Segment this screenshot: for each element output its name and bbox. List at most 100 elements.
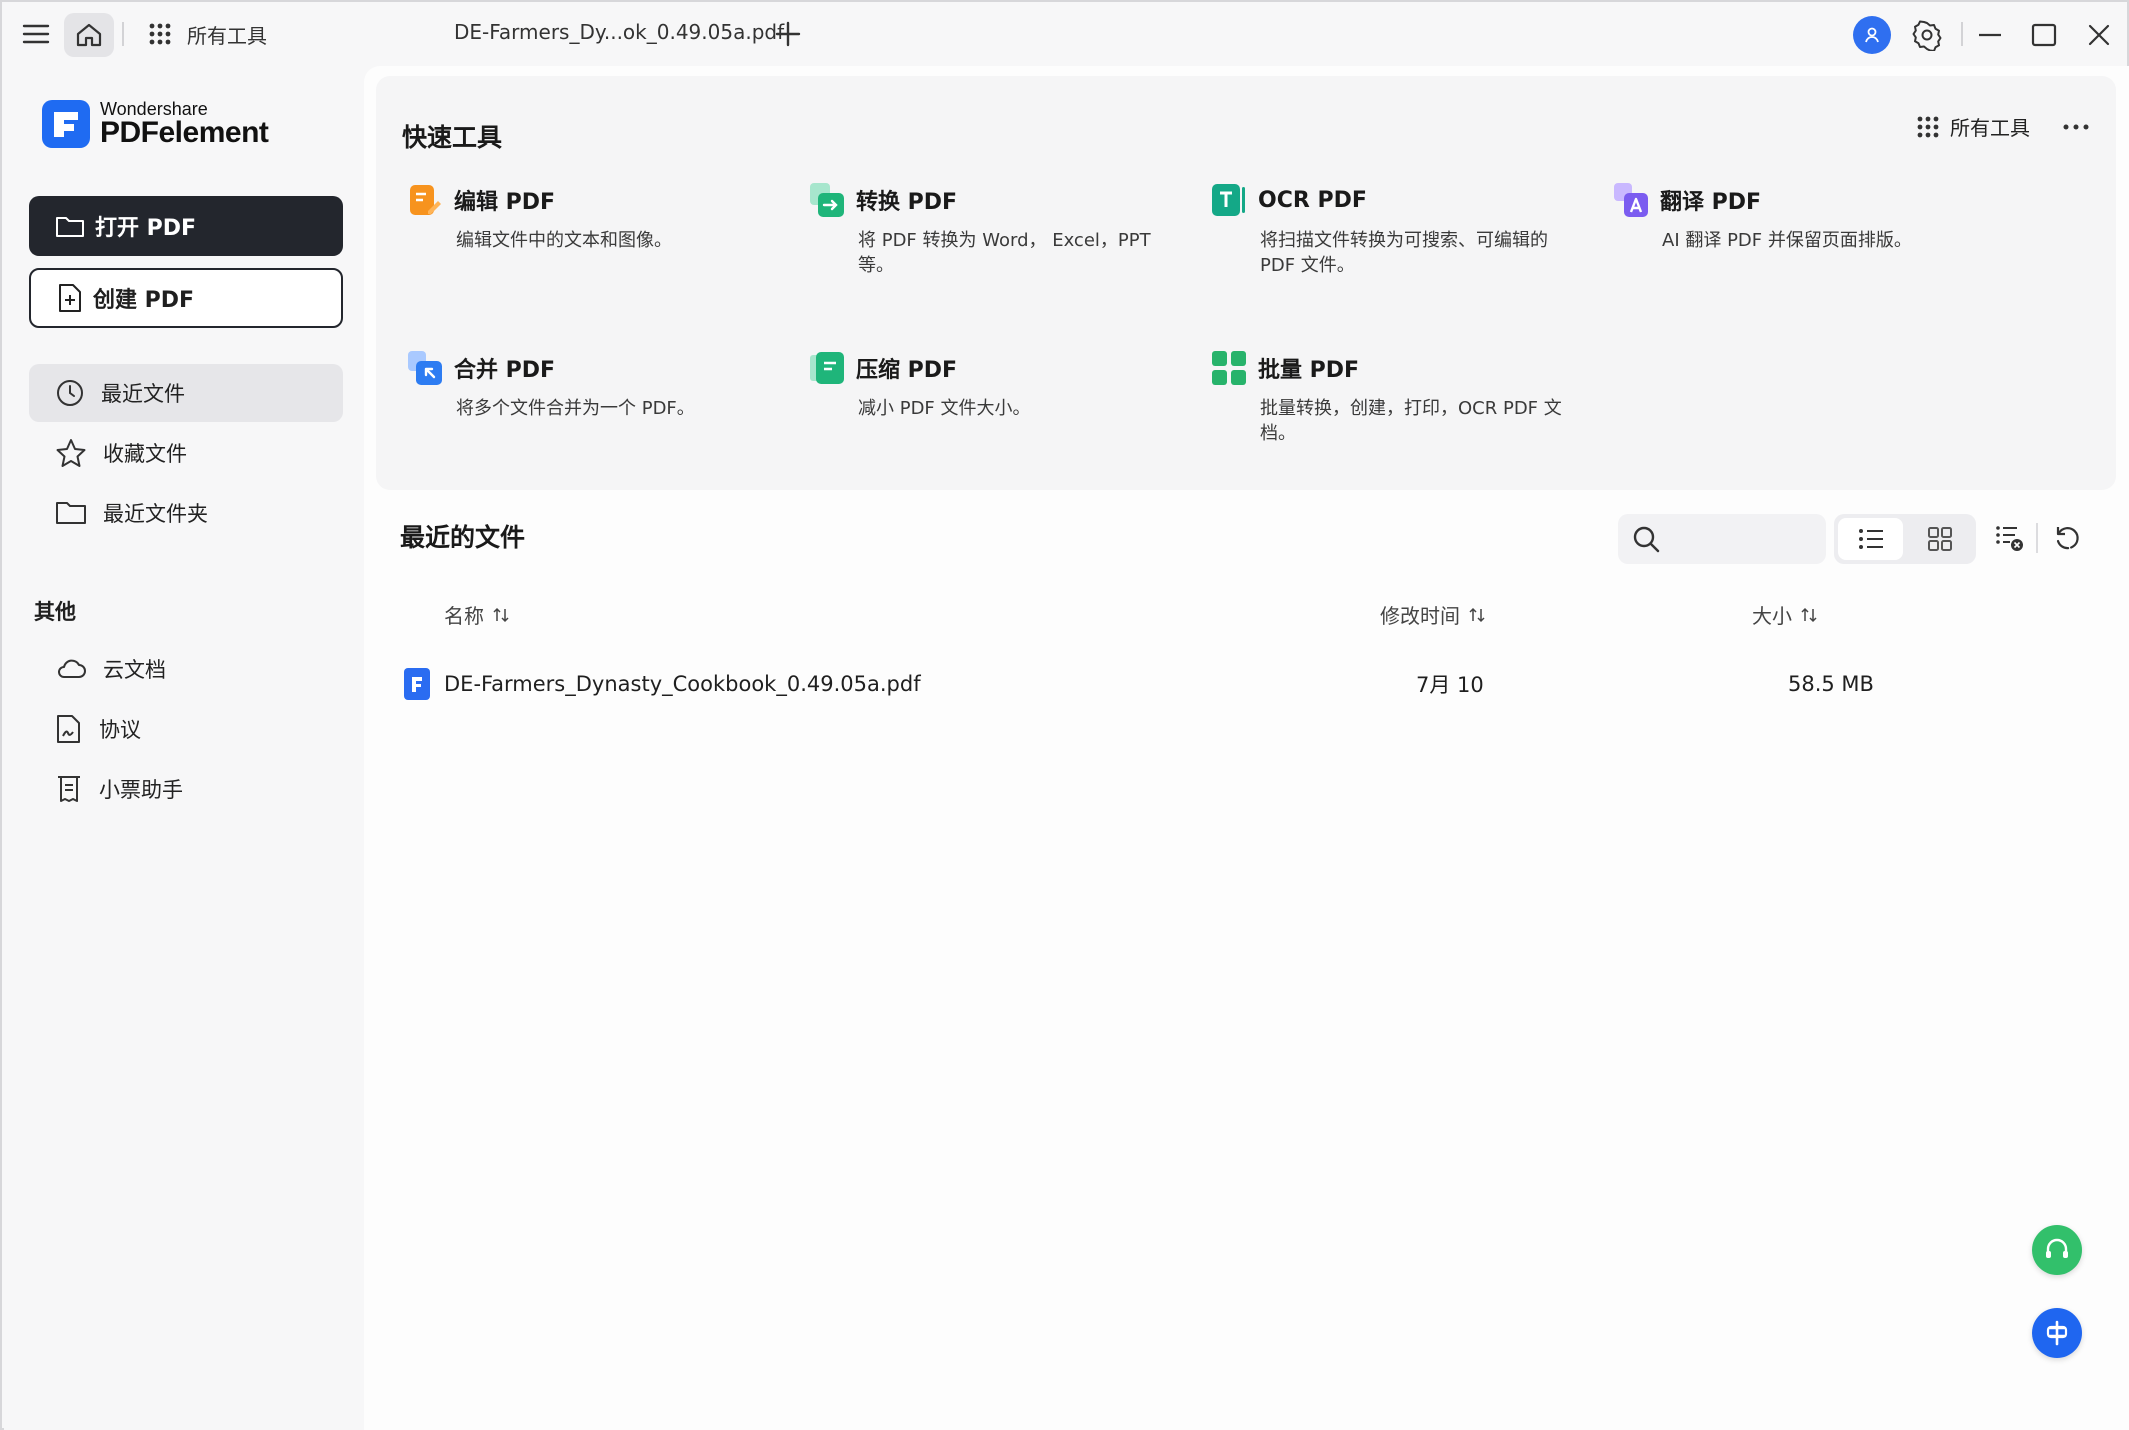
column-header-name[interactable]: 名称 [444,600,510,629]
tool-name: OCR PDF [1258,187,1367,213]
settings-gear-icon[interactable] [1907,15,1947,55]
tool-edit-pdf[interactable]: 编辑 PDF 编辑文件中的文本和图像。 [406,180,786,253]
folder-icon [56,502,86,524]
main-content: 快速工具 所有工具 编辑 PDF 编辑文件中的文本和图像。 转换 PDF 将 P… [364,66,2129,1430]
new-file-icon [59,284,81,312]
tool-name: 压缩 PDF [856,358,958,383]
user-avatar[interactable] [1853,16,1891,54]
sidebar-item-recent-folders[interactable]: 最近文件夹 [29,484,343,542]
list-view-icon[interactable] [1838,518,1903,560]
search-icon [1633,526,1660,553]
column-header-modified[interactable]: 修改时间 [1380,600,1486,629]
tool-translate-pdf[interactable]: 翻译 PDF AI 翻译 PDF 并保留页面排版。 [1612,180,1992,253]
star-icon [56,439,86,467]
document-tab[interactable]: DE-Farmers_Dy...ok_0.49.05a.pdf [454,20,784,44]
close-icon[interactable] [2079,16,2119,54]
sidebar-item-label: 收藏文件 [103,442,187,466]
tool-ocr-pdf[interactable]: OCR PDF 将扫描文件转换为可搜索、可编辑的 PDF 文件。 [1210,180,1590,278]
sidebar-item-receipt[interactable]: 小票助手 [29,760,343,818]
column-label: 名称 [444,604,484,628]
sidebar-item-label: 小票助手 [99,778,183,802]
sidebar-item-agreement[interactable]: 协议 [29,700,343,758]
column-header-size[interactable]: 大小 [1752,600,1818,629]
title-bar: 所有工具 DE-Farmers_Dy...ok_0.49.05a.pdf [2,2,2127,66]
tool-batch-pdf[interactable]: 批量 PDF 批量转换，创建，打印，OCR PDF 文档。 [1210,348,1590,446]
folder-icon [56,217,84,237]
sort-icon [1469,607,1485,622]
open-pdf-label: 打开 PDF [95,216,197,241]
tool-name: 批量 PDF [1258,358,1360,383]
sidebar-item-label: 最近文件 [101,382,185,406]
pdf-file-icon [404,668,430,700]
grid-view-icon[interactable] [1907,518,1972,560]
tool-name: 编辑 PDF [454,190,556,215]
file-modified: 7月 10 [1416,673,1484,697]
table-row[interactable]: DE-Farmers_Dynasty_Cookbook_0.49.05a.pdf… [400,654,2100,714]
convert-pdf-icon [808,181,846,219]
tool-description: 编辑文件中的文本和图像。 [456,230,672,251]
merge-pdf-icon [406,349,444,387]
sidebar-item-favorites[interactable]: 收藏文件 [29,424,343,482]
sidebar-item-recent-files[interactable]: 最近文件 [29,364,343,422]
all-tools-label: 所有工具 [1950,116,2030,140]
assistant-icon [2046,1320,2068,1346]
view-toggle [1834,514,1976,564]
file-size: 58.5 MB [1788,672,1874,696]
translate-pdf-icon [1612,181,1650,219]
quick-tools-title: 快速工具 [402,123,503,152]
headset-icon [2046,1238,2068,1258]
tool-description: 将 PDF 转换为 Word， Excel，PPT 等。 [858,230,1151,276]
recent-files-title: 最近的文件 [400,523,526,552]
tool-name: 翻译 PDF [1660,190,1762,215]
ai-assistant-button[interactable] [2032,1308,2082,1358]
sidebar: Wondershare PDFelement 打开 PDF 创建 PDF 最近文… [4,66,364,1430]
tool-name: 转换 PDF [856,190,958,215]
divider [2036,523,2038,553]
tool-description: 将多个文件合并为一个 PDF。 [456,398,695,419]
sidebar-item-cloud[interactable]: 云文档 [29,640,343,698]
file-name: DE-Farmers_Dynasty_Cookbook_0.49.05a.pdf [444,672,921,696]
tool-convert-pdf[interactable]: 转换 PDF 将 PDF 转换为 Word， Excel，PPT 等。 [808,180,1188,278]
minimize-icon[interactable] [1970,16,2010,54]
tool-name: 合并 PDF [454,358,556,383]
receipt-icon [58,776,80,802]
more-options-icon[interactable] [2056,112,2096,142]
tool-description: 将扫描文件转换为可搜索、可编辑的 PDF 文件。 [1260,230,1548,276]
tool-description: AI 翻译 PDF 并保留页面排版。 [1662,230,1912,251]
compress-pdf-icon [808,349,846,387]
edit-pdf-icon [406,181,444,219]
batch-pdf-icon [1210,349,1248,387]
brand-name: PDFelement [100,116,269,149]
tool-description: 减小 PDF 文件大小。 [858,398,1031,419]
column-label: 大小 [1752,604,1792,628]
clock-icon [57,380,83,406]
customer-support-button[interactable] [2032,1225,2082,1275]
tool-merge-pdf[interactable]: 合并 PDF 将多个文件合并为一个 PDF。 [406,348,786,421]
create-pdf-button[interactable]: 创建 PDF [29,268,343,328]
quick-tools-panel: 快速工具 所有工具 编辑 PDF 编辑文件中的文本和图像。 转换 PDF 将 P… [376,76,2116,490]
agreement-icon [57,715,80,743]
other-section-heading: 其他 [34,600,76,624]
sidebar-item-label: 最近文件夹 [103,502,208,526]
sidebar-item-label: 协议 [99,718,141,742]
pdfelement-logo-icon [42,100,90,148]
app-logo: Wondershare PDFelement [42,100,269,149]
all-tools-button[interactable]: 所有工具 [1916,112,2030,141]
all-tools-link[interactable]: 所有工具 [187,20,267,49]
tool-compress-pdf[interactable]: 压缩 PDF 减小 PDF 文件大小。 [808,348,1188,421]
new-tab-icon[interactable] [768,14,808,54]
tool-description: 批量转换，创建，打印，OCR PDF 文档。 [1260,398,1562,444]
refresh-icon[interactable] [2048,518,2088,558]
menu-icon[interactable] [18,16,54,52]
column-label: 修改时间 [1380,604,1460,628]
open-pdf-button[interactable]: 打开 PDF [29,196,343,256]
divider [122,22,124,46]
search-box[interactable] [1618,514,1826,564]
clear-list-icon[interactable] [1990,518,2030,558]
home-icon[interactable] [64,13,114,57]
search-input[interactable] [1670,528,1810,550]
apps-grid-icon[interactable] [142,16,178,52]
app-window: 所有工具 DE-Farmers_Dy...ok_0.49.05a.pdf Won… [0,0,2129,1430]
maximize-icon[interactable] [2024,16,2064,54]
sort-icon [1801,607,1817,622]
